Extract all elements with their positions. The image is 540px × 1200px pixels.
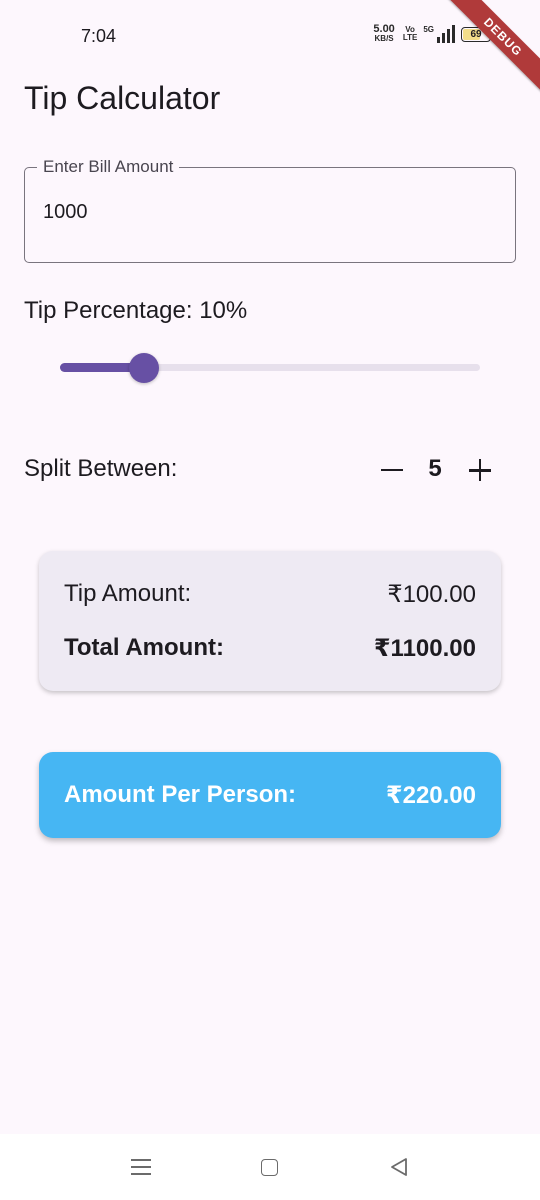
signal-bar xyxy=(442,33,445,43)
tip-amount-label: Tip Amount: xyxy=(64,580,192,607)
signal-icon: 5G xyxy=(423,25,455,43)
minus-icon xyxy=(381,468,403,472)
tip-amount-row: Tip Amount: ₹100.00 xyxy=(64,580,476,609)
back-icon[interactable] xyxy=(388,1156,410,1178)
home-icon[interactable] xyxy=(261,1159,278,1176)
tip-amount-value: ₹100.00 xyxy=(387,581,476,608)
bill-amount-label: Enter Bill Amount xyxy=(37,157,180,177)
slider-thumb[interactable] xyxy=(129,353,159,383)
tip-percentage-label: Tip Percentage: 10% xyxy=(24,297,248,324)
tip-percentage-slider[interactable] xyxy=(60,352,480,384)
amount-per-person-card: Amount Per Person: ₹220.00 xyxy=(39,752,501,838)
summary-card: Tip Amount: ₹100.00 Total Amount: ₹1100.… xyxy=(39,551,501,691)
decrease-split-button[interactable] xyxy=(376,452,408,488)
network-speed-value: 5.00 xyxy=(373,23,395,35)
total-amount-value: ₹1100.00 xyxy=(373,635,476,662)
network-speed-unit: KB/S xyxy=(374,34,394,43)
signal-bar xyxy=(447,29,450,43)
page-title: Tip Calculator xyxy=(24,80,221,116)
system-nav-bar xyxy=(0,1134,540,1200)
network-speed: 5.00 KB/S xyxy=(373,23,395,44)
amount-per-person-value: ₹220.00 xyxy=(385,781,476,809)
status-bar: 7:04 5.00 KB/S Vo LTE 5G 69 xyxy=(0,0,540,72)
total-amount-row: Total Amount: ₹1100.00 xyxy=(64,634,476,663)
increase-split-button[interactable] xyxy=(464,452,496,488)
volte-icon: Vo LTE xyxy=(403,26,418,42)
plus-icon-vertical xyxy=(478,459,482,481)
volte-bottom: LTE xyxy=(402,33,418,42)
status-time: 7:04 xyxy=(81,26,117,46)
signal-bar xyxy=(452,25,455,43)
amount-per-person-label: Amount Per Person: xyxy=(64,781,297,808)
recent-apps-icon[interactable] xyxy=(131,1158,151,1176)
split-count: 5 xyxy=(428,455,442,482)
bill-amount-field[interactable]: Enter Bill Amount xyxy=(24,157,516,263)
signal-bar xyxy=(437,37,440,43)
split-between-label: Split Between: xyxy=(24,455,178,482)
network-type-label: 5G xyxy=(423,25,434,34)
total-amount-label: Total Amount: xyxy=(64,634,224,661)
bill-amount-input[interactable] xyxy=(43,201,483,224)
